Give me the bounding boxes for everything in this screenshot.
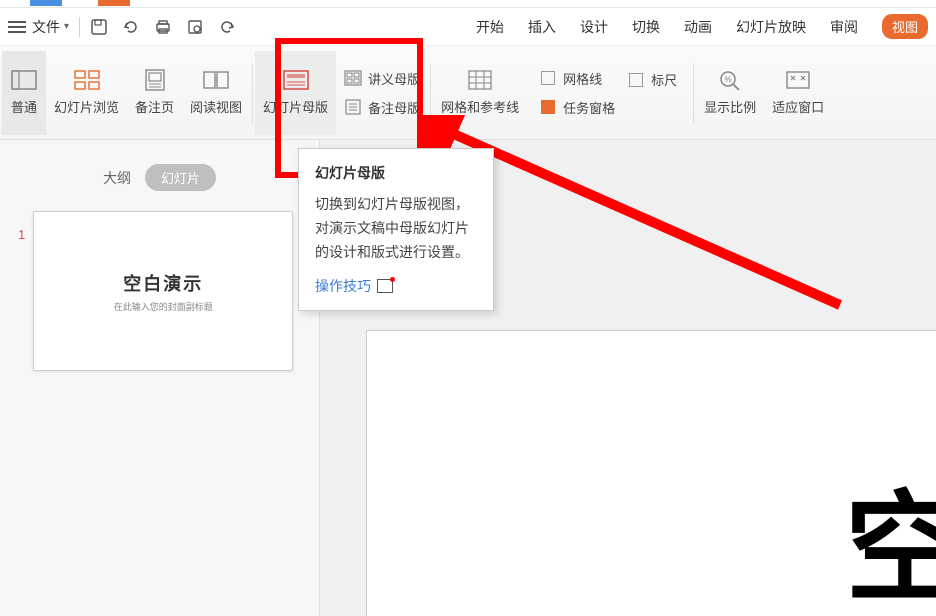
ruler-label: 标尺 xyxy=(651,70,677,89)
checkbox-filled-icon xyxy=(541,100,555,114)
view-browse-button[interactable]: 幻灯片浏览 xyxy=(46,51,127,135)
tab-shenyue[interactable]: 审阅 xyxy=(830,17,858,37)
save-icon[interactable] xyxy=(90,18,108,36)
divider xyxy=(79,17,80,37)
doc-tab-accent-2 xyxy=(98,0,130,6)
zoom-button[interactable]: % 显示比例 xyxy=(696,51,764,135)
print-icon[interactable] xyxy=(154,18,172,36)
grid-icon xyxy=(466,69,494,91)
fit-window-button[interactable]: 适应窗口 xyxy=(764,51,832,135)
doc-tab-accent-1 xyxy=(30,0,62,6)
taskpane-label: 任务窗格 xyxy=(563,98,615,117)
slide-thumbnail[interactable]: 空白演示 在此输入您的封面副标题 xyxy=(33,211,293,371)
menu-bar: 文件 ▾ 开始 插入 设计 切换 动画 幻灯片放映 审阅 视图 xyxy=(0,8,936,46)
hamburger-icon[interactable] xyxy=(8,21,26,33)
ruler-check[interactable]: 标尺 xyxy=(629,70,677,89)
video-icon xyxy=(377,279,393,293)
ribbon: 普通 幻灯片浏览 备注页 阅读视图 幻灯片母版 讲义母版 备注母版 网格和参考线… xyxy=(0,46,936,140)
slide-sorter-icon xyxy=(73,69,101,91)
tooltip-slide-master: 幻灯片母版 切换到幻灯片母版视图，对演示文稿中母版幻灯片的设计和版式进行设置。 … xyxy=(298,148,494,311)
tooltip-body: 切换到幻灯片母版视图，对演示文稿中母版幻灯片的设计和版式进行设置。 xyxy=(315,193,477,264)
svg-text:%: % xyxy=(725,75,732,84)
notes-master-icon xyxy=(344,99,362,115)
redo-icon[interactable] xyxy=(218,18,236,36)
view-normal-button[interactable]: 普通 xyxy=(2,51,46,135)
view-normal-label: 普通 xyxy=(11,97,37,116)
tab-charu[interactable]: 插入 xyxy=(528,17,556,37)
notes-master-button[interactable]: 备注母版 xyxy=(344,98,420,117)
ruler-checkbox-group: 标尺 xyxy=(629,70,691,115)
thumbnail-row: 1 空白演示 在此输入您的封面副标题 xyxy=(0,211,319,371)
quick-access-toolbar xyxy=(90,18,236,36)
handout-master-button[interactable]: 讲义母版 xyxy=(344,69,420,88)
tab-outline[interactable]: 大纲 xyxy=(103,168,131,188)
chevron-down-icon: ▾ xyxy=(64,21,69,32)
ribbon-separator xyxy=(252,63,253,123)
view-reading-label: 阅读视图 xyxy=(190,97,242,116)
file-menu[interactable]: 文件 ▾ xyxy=(32,17,69,37)
view-browse-label: 幻灯片浏览 xyxy=(54,97,119,116)
titlebar xyxy=(0,0,936,8)
main-tabs: 开始 插入 设计 切换 动画 幻灯片放映 审阅 视图 xyxy=(476,14,928,39)
gridlines-label: 网格线 xyxy=(563,69,602,88)
print-preview-icon[interactable] xyxy=(186,18,204,36)
fit-window-icon xyxy=(784,69,812,91)
tab-sheji[interactable]: 设计 xyxy=(580,17,608,37)
thumbnail-number: 1 xyxy=(18,227,25,242)
side-tabs: 大纲 幻灯片 xyxy=(0,164,319,191)
tab-kaishi[interactable]: 开始 xyxy=(476,17,504,37)
taskpane-check[interactable]: 任务窗格 xyxy=(541,98,615,117)
view-notes-button[interactable]: 备注页 xyxy=(127,51,182,135)
grid-guides-button[interactable]: 网格和参考线 xyxy=(433,51,527,135)
tooltip-title: 幻灯片母版 xyxy=(315,163,477,183)
view-notes-label: 备注页 xyxy=(135,97,174,116)
file-menu-label: 文件 xyxy=(32,17,60,37)
notes-page-icon xyxy=(141,69,169,91)
tab-shitu[interactable]: 视图 xyxy=(882,14,928,39)
slide-master-button[interactable]: 幻灯片母版 xyxy=(255,51,336,135)
thumb-title: 空白演示 xyxy=(123,270,203,296)
normal-view-icon xyxy=(10,69,38,91)
zoom-label: 显示比例 xyxy=(704,97,756,116)
gridlines-check[interactable]: 网格线 xyxy=(541,69,615,88)
tab-donghua[interactable]: 动画 xyxy=(684,17,712,37)
zoom-icon: % xyxy=(716,69,744,91)
thumb-subtitle: 在此输入您的封面副标题 xyxy=(114,300,213,313)
fit-window-label: 适应窗口 xyxy=(772,97,824,116)
tab-fangying[interactable]: 幻灯片放映 xyxy=(736,17,806,37)
tab-qiehuan[interactable]: 切换 xyxy=(632,17,660,37)
notes-master-label: 备注母版 xyxy=(368,98,420,117)
slide-master-icon xyxy=(282,69,310,91)
undo-icon[interactable] xyxy=(122,18,140,36)
slide-canvas[interactable]: 空 xyxy=(366,330,936,616)
slide-master-label: 幻灯片母版 xyxy=(263,97,328,116)
handout-master-label: 讲义母版 xyxy=(368,69,420,88)
grid-guides-label: 网格和参考线 xyxy=(441,97,519,116)
checkbox-icon xyxy=(541,71,555,85)
grid-checkboxes: 网格线 任务窗格 xyxy=(527,69,629,117)
thumbnails-panel: 大纲 幻灯片 1 空白演示 在此输入您的封面副标题 xyxy=(0,140,320,616)
ribbon-separator xyxy=(693,63,694,123)
view-reading-button[interactable]: 阅读视图 xyxy=(182,51,250,135)
reading-view-icon xyxy=(202,69,230,91)
checkbox-icon xyxy=(629,73,643,87)
tab-slides[interactable]: 幻灯片 xyxy=(145,164,216,191)
tooltip-link-label: 操作技巧 xyxy=(315,276,371,296)
ribbon-separator xyxy=(430,63,431,123)
slide-title-text: 空 xyxy=(845,451,936,616)
tooltip-tips-link[interactable]: 操作技巧 xyxy=(315,276,477,296)
handout-master-icon xyxy=(344,70,362,86)
